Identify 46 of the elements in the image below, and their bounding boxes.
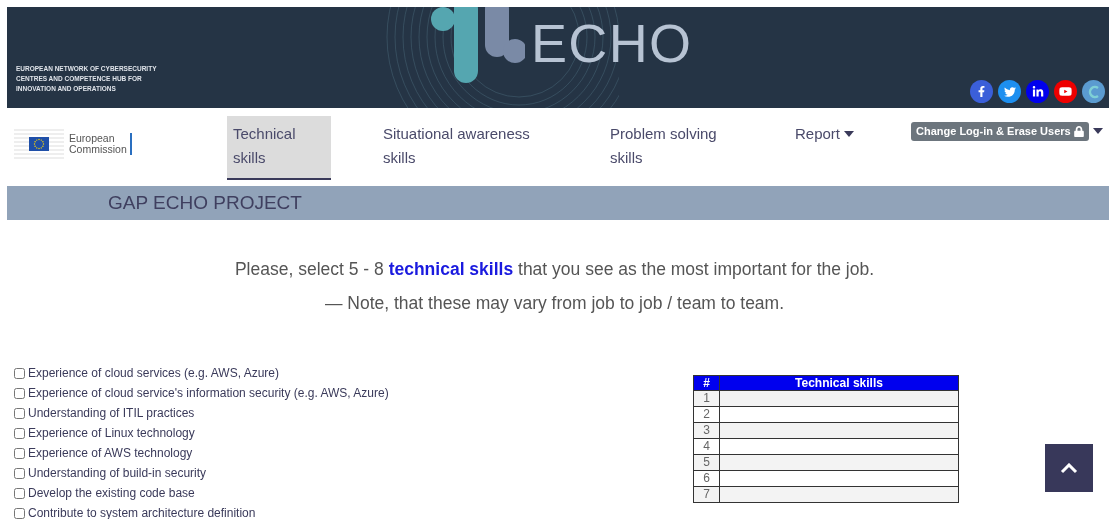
skill-option[interactable]: Experience of AWS technology [14, 443, 693, 463]
nav-tab[interactable]: Problem solving skills [604, 116, 744, 180]
twitter-icon[interactable] [998, 80, 1021, 103]
row-number: 7 [693, 486, 720, 503]
linkedin-icon[interactable] [1026, 80, 1049, 103]
skill-option[interactable]: Experience of cloud services (e.g. AWS, Azure) [14, 363, 693, 383]
lock-icon [1073, 125, 1084, 137]
skill-checkbox[interactable] [14, 367, 25, 379]
instruction-text: — Note, that these may vary from job to job / team to team. [324, 292, 785, 315]
row-number: 6 [693, 470, 720, 487]
page-title: GAP ECHO PROJECT [108, 190, 302, 215]
change-login-button[interactable]: Change Log-in & Erase Users [911, 122, 1089, 141]
caret-icon [1092, 128, 1103, 134]
skill-option[interactable]: Develop the existing code base [14, 483, 693, 503]
skill-option[interactable]: Contribute to system architecture definition [14, 503, 693, 519]
row-number: 5 [693, 454, 720, 471]
skill-option[interactable]: Understanding of ITIL practices [14, 403, 693, 423]
row-number: 4 [693, 438, 720, 455]
nav-tab[interactable]: Technical skills [227, 116, 331, 180]
facebook-icon[interactable] [970, 80, 993, 103]
commission-text: European [69, 133, 115, 144]
skill-option[interactable]: Experience of cloud service's information security (e.g. AWS, Azure) [14, 383, 693, 403]
skill-option[interactable]: Experience of Linux technology [14, 423, 693, 443]
echo-logo-icon[interactable] [1082, 80, 1105, 103]
logo-text: ECHO [531, 13, 693, 73]
skill-checkbox[interactable] [14, 407, 25, 419]
caret-icon [844, 131, 855, 137]
row-number: 3 [693, 422, 720, 439]
row-number: 2 [693, 406, 720, 423]
skill-checkbox[interactable] [14, 427, 25, 439]
skill-checkbox[interactable] [14, 467, 25, 479]
instruction-text: Please, select 5 - 8 technical skills that you see as the most important for the job. [234, 258, 875, 281]
skill-checkbox[interactable] [14, 447, 25, 459]
chevron-up-icon [1060, 462, 1078, 474]
skill-checkbox[interactable] [14, 507, 25, 519]
commission-text: Commission [69, 144, 127, 155]
row-number: 1 [693, 390, 720, 407]
skill-checkbox[interactable] [14, 387, 25, 399]
column-header: # [693, 375, 720, 391]
youtube-icon[interactable] [1054, 80, 1077, 103]
scroll-top-button[interactable] [1045, 444, 1093, 492]
skill-checkbox[interactable] [14, 487, 25, 499]
column-header: Technical skills [719, 375, 959, 391]
report-menu[interactable]: Report [795, 116, 911, 146]
nav-tab[interactable]: Situational awareness skills [377, 116, 547, 180]
skill-option[interactable]: Understanding of build-in security [14, 463, 693, 483]
